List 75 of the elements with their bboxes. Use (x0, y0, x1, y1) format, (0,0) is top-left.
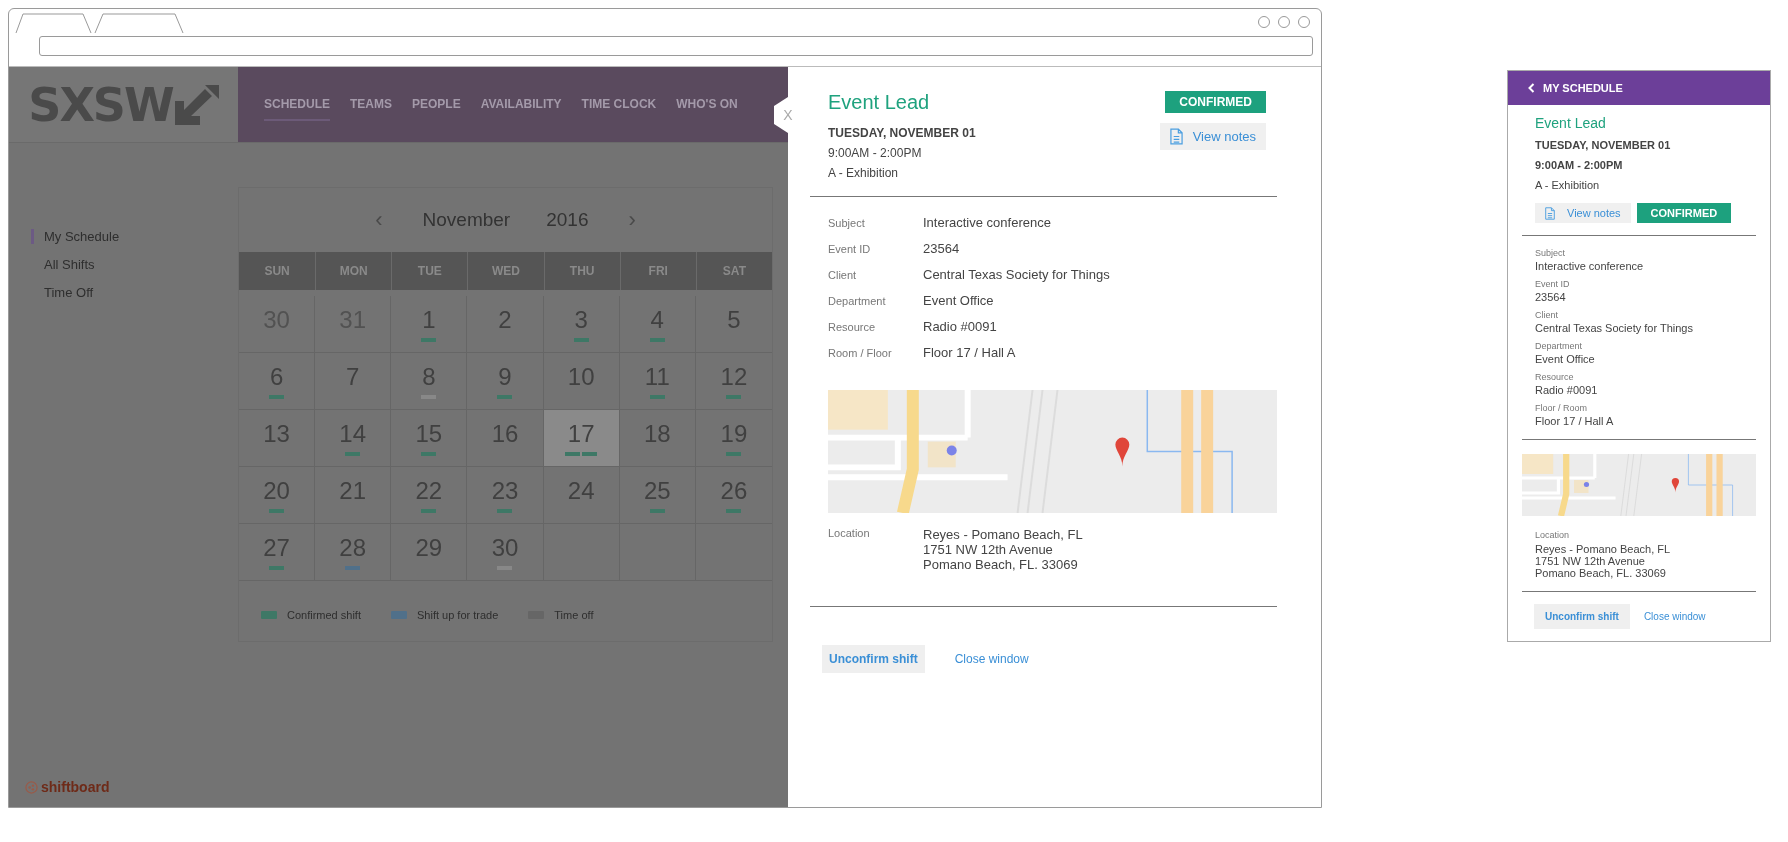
address-line: Pomano Beach, FL. 33069 (923, 557, 1079, 572)
field-value: Floor 17 / Hall A (1535, 415, 1615, 427)
event-date: TUESDAY, NOVEMBER 01 (828, 126, 976, 140)
event-area: A - Exhibition (828, 166, 976, 180)
nav-tab[interactable]: PEOPLE (412, 88, 461, 121)
address-line: Reyes - Pomano Beach, FL (923, 527, 1084, 542)
event-date: TUESDAY, NOVEMBER 01 (1535, 139, 1672, 151)
field-label: Room / Floor (828, 347, 893, 359)
status-badge: CONFIRMED (1165, 91, 1266, 113)
footer-logo-text: shiftboard (41, 779, 110, 795)
event-time: 9:00AM - 2:00PM (828, 146, 923, 160)
field-value: Radio #0091 (1535, 384, 1599, 396)
year-label: 2016 (546, 209, 589, 231)
field-label: Event ID (1535, 279, 1571, 289)
nav-tab[interactable]: WHO'S ON (676, 88, 738, 121)
calendar-day[interactable]: 17 (543, 410, 620, 467)
sidebar-item[interactable]: All Shifts (31, 257, 95, 272)
legend-label: Shift up for trade (417, 609, 499, 621)
address-bar[interactable] (39, 36, 1313, 56)
nav-tab[interactable]: TIME CLOCK (581, 88, 657, 121)
event-title: Event Lead (828, 91, 931, 114)
field-value: Central Texas Society for Things (923, 267, 1111, 282)
sidebar-item[interactable]: My Schedule (31, 229, 120, 244)
field-value: Central Texas Society for Things (1535, 322, 1694, 334)
window-controls-drawing (1257, 15, 1311, 29)
legend-label: Confirmed shift (287, 609, 361, 621)
sidebar-item[interactable]: Time Off (31, 285, 94, 300)
nav-tab[interactable]: AVAILABILITY (480, 88, 562, 121)
field-label: Subject (828, 217, 866, 229)
unconfirm-shift-button[interactable]: Unconfirm shift (1534, 604, 1630, 629)
field-value: Event Office (923, 293, 995, 308)
field-value: Event Office (1535, 353, 1596, 365)
document-icon (1545, 206, 1555, 220)
field-label: Floor / Room (1535, 403, 1588, 413)
address-line: 1751 NW 12th Avenue (1535, 555, 1646, 567)
field-value: Radio #0091 (923, 319, 998, 334)
shiftboard-logo-icon (25, 780, 38, 794)
field-label: Resource (828, 321, 877, 333)
chevron-left-icon (1528, 83, 1535, 93)
nav-tab[interactable]: SCHEDULE (264, 88, 330, 121)
field-value: Floor 17 / Hall A (923, 345, 1017, 360)
prev-month-button[interactable]: ‹ (371, 207, 387, 233)
event-area: A - Exhibition (1535, 179, 1743, 191)
arrow-icon (174, 84, 219, 125)
day-number: 17 (567, 420, 595, 448)
back-header-button[interactable]: MY SCHEDULE (1508, 71, 1770, 105)
address-line: Reyes - Pomano Beach, FL (1535, 543, 1672, 555)
view-notes-button[interactable]: View notes (1535, 203, 1631, 223)
field-label: Client (1535, 310, 1559, 320)
field-label: Location (828, 527, 871, 541)
month-label: November (422, 209, 511, 231)
field-label: Subject (1535, 248, 1567, 258)
nav-tab[interactable]: TEAMS (350, 88, 392, 121)
field-value: Interactive conference (1535, 260, 1645, 272)
field-value: 23564 (923, 241, 961, 256)
field-value: 23564 (1535, 291, 1567, 303)
next-month-button[interactable]: › (624, 207, 640, 233)
status-badge: CONFIRMED (1636, 203, 1732, 223)
close-window-link[interactable]: Close window (954, 652, 1029, 666)
document-icon (1169, 128, 1183, 145)
legend-label: Time off (554, 609, 594, 621)
field-label: Client (828, 269, 858, 281)
field-label: Location (1535, 530, 1571, 540)
field-label: Resource (1535, 372, 1575, 382)
field-value: Interactive conference (923, 215, 1052, 230)
field-label: Department (1535, 341, 1584, 351)
event-title: Event Lead (1535, 115, 1607, 131)
close-window-link[interactable]: Close window (1643, 611, 1706, 622)
view-notes-button[interactable]: View notes (1159, 123, 1266, 150)
event-time: 9:00AM - 2:00PM (1535, 159, 1624, 171)
field-label: Event ID (828, 243, 872, 255)
unconfirm-shift-button[interactable]: Unconfirm shift (822, 645, 925, 673)
field-label: Department (828, 295, 887, 307)
address-line: Pomano Beach, FL. 33069 (1535, 567, 1667, 579)
address-line: 1751 NW 12th Avenue (923, 542, 1054, 557)
